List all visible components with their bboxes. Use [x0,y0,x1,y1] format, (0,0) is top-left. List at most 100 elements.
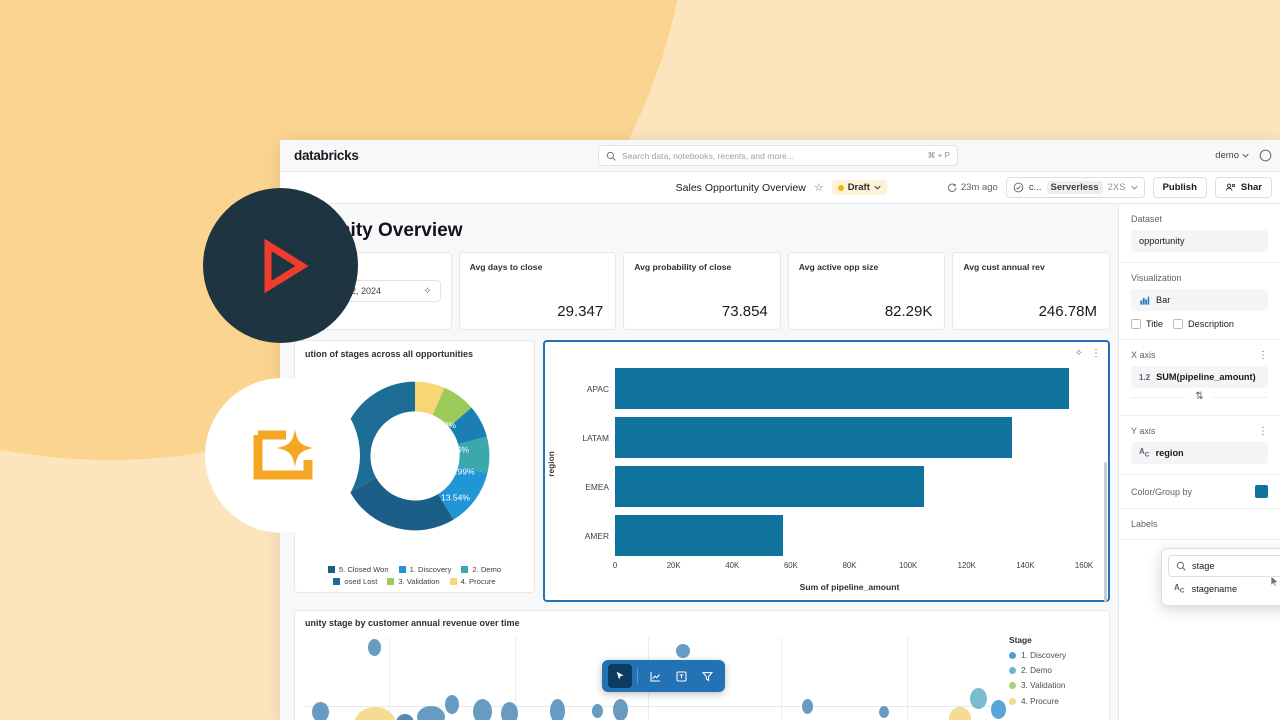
sparkle-icon[interactable]: ✧ [423,286,431,297]
kebab-menu-icon[interactable]: ⋮ [1258,428,1268,435]
legend-label: 3. Validation [1021,678,1065,693]
scatter-point[interactable] [396,714,414,720]
workspace-selector[interactable]: demo [1215,150,1249,161]
kpi-card[interactable]: Avg cust annual rev 246.78M [952,252,1110,330]
visualization-select[interactable]: Bar [1131,289,1268,311]
status-dot-icon [838,185,844,191]
kpi-label: Avg cust annual rev [963,261,1099,273]
filter-tool-button[interactable] [695,664,719,688]
scatter-point[interactable] [970,688,987,709]
bar-amer[interactable] [615,515,783,555]
x-tick: 60K [784,561,798,570]
scatter-point[interactable] [501,702,518,720]
bar-latam[interactable] [615,417,1012,457]
text-tool-button[interactable] [669,664,693,688]
scatter-point[interactable] [312,702,329,720]
color-swatch[interactable] [1255,485,1268,498]
scatter-point[interactable] [473,699,492,720]
title-checkbox-label: Title [1146,319,1163,329]
scatter-point[interactable] [802,699,813,714]
kpi-value: 246.78M [1039,303,1097,320]
donut-slice-label: 7.99% [450,467,475,477]
scatter-point[interactable] [949,707,971,720]
scatter-point[interactable] [550,699,565,720]
legend-item[interactable]: 4. Procure [1009,694,1101,709]
bar-emea[interactable] [615,466,924,506]
chart-scrollbar[interactable] [1104,462,1107,602]
legend-item[interactable]: 5. Closed Won [328,565,389,574]
field-search-input[interactable]: stage [1168,555,1280,577]
bar-category-label: LATAM [559,433,609,443]
title-checkbox[interactable]: Title [1131,319,1163,329]
kpi-card[interactable]: Avg probability of close 73.854 [623,252,781,330]
legend-item[interactable]: 1. Discovery [1009,648,1101,663]
scatter-point[interactable] [613,699,628,720]
play-button-overlay[interactable] [203,188,358,343]
legend-item[interactable]: 3. Validation [387,577,439,586]
bar-category-label: AMER [559,531,609,541]
chart-row: ution of stages across all opportunities [280,330,1118,602]
kpi-card[interactable]: Avg active opp size 82.29K [788,252,946,330]
y-axis-field[interactable]: AC region [1131,442,1268,464]
scatter-point[interactable] [879,706,889,718]
compute-type-badge: Serverless [1047,181,1103,194]
scatter-point[interactable] [417,706,445,720]
chart-tool-button[interactable] [643,664,667,688]
legend-label: 2. Demo [472,565,501,574]
x-axis-field[interactable]: 1.2 SUM(pipeline_amount) [1131,366,1268,388]
publish-button[interactable]: Publish [1153,177,1207,198]
scatter-point[interactable] [445,695,459,714]
sparkle-icon[interactable]: ✧ [1075,348,1083,359]
dataset-select[interactable]: opportunity [1131,230,1268,252]
topnav-right-group: demo [1215,149,1272,162]
visualization-toggles: Title Description [1131,319,1268,329]
scatter-point[interactable] [676,644,690,658]
donut-slice-label: 13.54% [441,493,470,503]
kpi-label: Avg days to close [470,261,606,273]
x-tick: 160K [1075,561,1093,570]
scatter-point[interactable] [368,639,381,656]
legend-item[interactable]: 2. Demo [461,565,501,574]
legend-item[interactable]: 3. Validation [1009,678,1101,693]
pointer-tool-button[interactable] [608,664,632,688]
gridline [389,637,390,720]
page-title: ortunity Overview [280,204,1118,252]
kebab-menu-icon[interactable]: ⋮ [1091,350,1101,357]
scatter-point[interactable] [592,704,603,718]
labels-section: Labels [1119,509,1280,540]
global-search-input[interactable]: Search data, notebooks, recents, and mor… [598,145,958,166]
status-badge[interactable]: Draft [832,180,887,195]
description-checkbox[interactable]: Description [1173,319,1234,329]
visualization-config-panel: Dataset opportunity Visualization Bar [1118,204,1280,720]
kpi-card[interactable]: Avg days to close 29.347 [459,252,617,330]
legend-item[interactable]: 4. Procure [450,577,496,586]
compute-selector[interactable]: c... Serverless 2XS [1006,177,1145,198]
field-option-stagename[interactable]: AC stagename [1168,577,1280,599]
floating-toolbar [602,660,725,692]
global-search-placeholder: Search data, notebooks, recents, and mor… [622,151,922,161]
bar-chart-card[interactable]: ✧ ⋮ region APAC LATAM [543,340,1110,602]
search-shortcut-hint: ⌘ + P [928,151,950,160]
bar-row: AMER [615,511,1084,560]
bar-row: LATAM [615,413,1084,462]
workspace-label: demo [1215,150,1239,161]
scatter-legend: Stage 1. Discovery 2. Demo 3. Validation… [1009,635,1101,709]
databricks-logo[interactable]: databricks [294,148,359,163]
chevron-down-icon [1242,153,1249,158]
legend-item[interactable]: 1. Discovery [399,565,452,574]
scatter-point[interactable] [991,700,1006,719]
legend-item[interactable]: 2. Demo [1009,663,1101,678]
favorite-star-icon[interactable]: ☆ [814,181,824,194]
swap-axes-button[interactable]: ⇅ [1131,388,1268,405]
y-axis-header: Y axis ⋮ [1131,426,1268,436]
refresh-icon [947,183,957,193]
filter-icon [701,670,714,683]
help-icon[interactable] [1259,149,1272,162]
kebab-menu-icon[interactable]: ⋮ [1258,352,1268,359]
legend-item[interactable]: osed Lost [333,577,377,586]
bar-apac[interactable] [615,368,1069,408]
share-button[interactable]: Shar [1215,177,1272,198]
color-group-header: Color/Group by [1131,485,1268,498]
text-icon [675,670,688,683]
last-refreshed[interactable]: 23m ago [947,182,998,193]
